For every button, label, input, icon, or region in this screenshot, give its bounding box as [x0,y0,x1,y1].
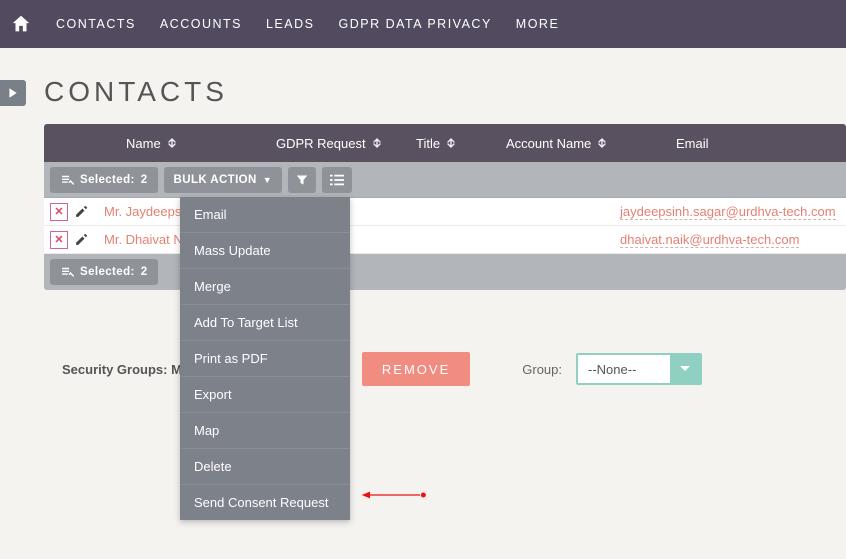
selected-button[interactable]: Selected: 2 [50,167,158,193]
menu-map[interactable]: Map [180,412,350,448]
menu-add-target-list[interactable]: Add To Target List [180,304,350,340]
nav-more[interactable]: MORE [504,17,572,31]
menu-send-consent[interactable]: Send Consent Request [180,484,350,520]
selected-count: 2 [141,174,148,186]
bulk-action-menu: Email Mass Update Merge Add To Target Li… [180,197,350,520]
caret-down-icon: ▼ [263,175,272,185]
row-email[interactable]: jaydeepsinh.sagar@urdhva-tech.com [620,204,836,220]
group-select-value[interactable] [578,355,670,383]
col-account-label: Account Name [506,136,591,151]
list-toolbar: Selected: 2 BULK ACTION ▼ [44,162,846,198]
menu-export[interactable]: Export [180,376,350,412]
menu-delete[interactable]: Delete [180,448,350,484]
sort-icon [167,137,177,149]
table-row: ✕ Mr. Dhaivat Na dhaivat.naik@urdhva-tec… [44,226,846,254]
row-email[interactable]: dhaivat.naik@urdhva-tech.com [620,232,799,248]
side-flyout-toggle[interactable] [0,80,26,106]
delete-row-icon[interactable]: ✕ [50,231,68,249]
home-icon[interactable] [10,13,32,35]
col-name-label: Name [126,136,161,151]
table-row: ✕ Mr. Jaydeepsin jaydeepsinh.sagar@urdhv… [44,198,846,226]
sort-icon [446,137,456,149]
top-nav: CONTACTS ACCOUNTS LEADS GDPR DATA PRIVAC… [0,0,846,48]
col-account[interactable]: Account Name [506,136,676,151]
page-title: CONTACTS [0,48,846,124]
menu-mass-update[interactable]: Mass Update [180,232,350,268]
col-title-label: Title [416,136,440,151]
nav-contacts[interactable]: CONTACTS [44,17,148,31]
chevron-down-icon[interactable] [670,353,700,385]
col-email[interactable]: Email [676,136,709,151]
sort-icon [597,137,607,149]
security-label: Security Groups: M [62,362,182,377]
nav-gdpr[interactable]: GDPR DATA PRIVACY [326,17,503,31]
nav-leads[interactable]: LEADS [254,17,327,31]
col-gdpr-label: GDPR Request [276,136,366,151]
selected-button-bottom[interactable]: Selected: 2 [50,259,158,285]
remove-button[interactable]: REMOVE [362,352,470,386]
list-footer: Selected: 2 [44,254,846,290]
list-panel: Name GDPR Request Title Account Name [44,124,846,386]
bulk-action-label: BULK ACTION [174,174,257,186]
delete-row-icon[interactable]: ✕ [50,203,68,221]
edit-row-icon[interactable] [74,233,92,247]
group-select-wrap: Group: [522,353,702,385]
selected-count: 2 [141,266,148,278]
filter-button[interactable] [288,167,316,193]
annotation-arrow [360,490,430,500]
edit-row-icon[interactable] [74,205,92,219]
nav-accounts[interactable]: ACCOUNTS [148,17,254,31]
column-header-row: Name GDPR Request Title Account Name [44,124,846,162]
columns-button[interactable] [322,167,352,193]
bulk-action-button[interactable]: BULK ACTION ▼ [164,167,283,193]
col-name[interactable]: Name [126,136,276,151]
col-title[interactable]: Title [416,136,506,151]
selected-label: Selected: [80,266,135,278]
group-label: Group: [522,362,562,377]
sort-icon [372,137,382,149]
menu-merge[interactable]: Merge [180,268,350,304]
menu-email[interactable]: Email [180,197,350,232]
selected-label: Selected: [80,174,135,186]
list-rows: ✕ Mr. Jaydeepsin jaydeepsinh.sagar@urdhv… [44,198,846,254]
group-select[interactable] [576,353,702,385]
col-email-label: Email [676,136,709,151]
menu-print-pdf[interactable]: Print as PDF [180,340,350,376]
col-gdpr[interactable]: GDPR Request [276,136,416,151]
